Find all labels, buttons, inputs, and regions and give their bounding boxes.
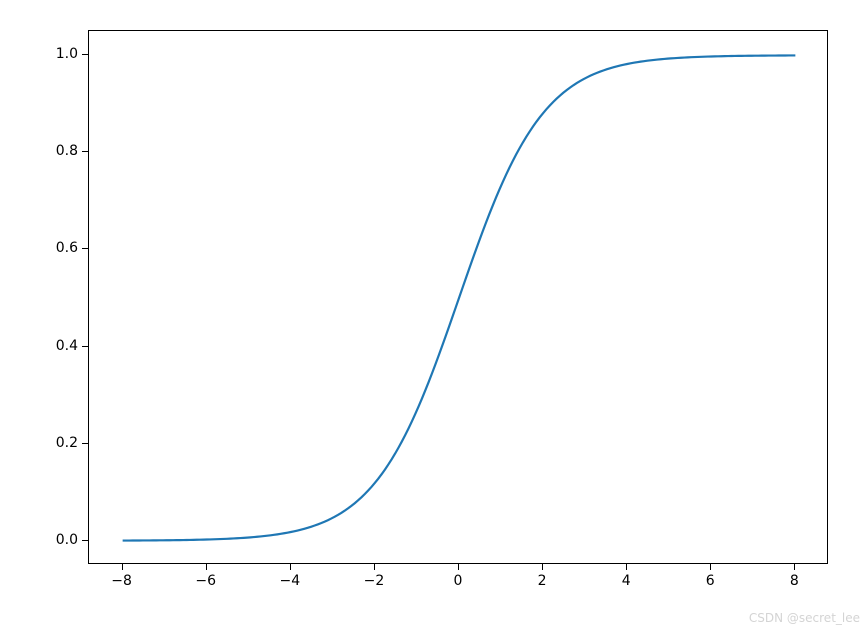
y-tick-label: 0.0 (56, 532, 78, 548)
x-tick-mark (710, 564, 711, 570)
x-tick-label: 6 (706, 573, 715, 589)
x-tick-mark (626, 564, 627, 570)
x-tick-mark (794, 564, 795, 570)
x-tick-label: 0 (454, 573, 463, 589)
x-tick-label: −6 (195, 573, 216, 589)
x-tick-mark (290, 564, 291, 570)
y-tick-label: 0.8 (56, 143, 78, 159)
y-tick-label: 1.0 (56, 46, 78, 62)
x-tick-label: −8 (111, 573, 132, 589)
x-tick-mark (458, 564, 459, 570)
y-tick-label: 0.2 (56, 435, 78, 451)
sigmoid-line (123, 55, 796, 540)
y-tick-mark (82, 54, 88, 55)
y-tick-mark (82, 248, 88, 249)
watermark-text: CSDN @secret_lee (749, 611, 860, 625)
y-tick-mark (82, 151, 88, 152)
y-tick-label: 0.4 (56, 338, 78, 354)
x-tick-mark (374, 564, 375, 570)
x-tick-mark (542, 564, 543, 570)
plot-area (88, 30, 828, 564)
x-tick-label: 4 (622, 573, 631, 589)
x-tick-label: 8 (790, 573, 799, 589)
y-tick-mark (82, 346, 88, 347)
y-tick-mark (82, 540, 88, 541)
x-tick-label: −4 (279, 573, 300, 589)
x-tick-label: 2 (538, 573, 547, 589)
x-tick-label: −2 (364, 573, 385, 589)
x-tick-mark (122, 564, 123, 570)
line-curve (89, 31, 829, 565)
chart-figure: CSDN @secret_lee −8 −6 −4 −2 0 2 4 6 8 0.0 0.2 0.4 0… (0, 0, 868, 631)
y-tick-label: 0.6 (56, 240, 78, 256)
x-tick-mark (206, 564, 207, 570)
y-tick-mark (82, 443, 88, 444)
